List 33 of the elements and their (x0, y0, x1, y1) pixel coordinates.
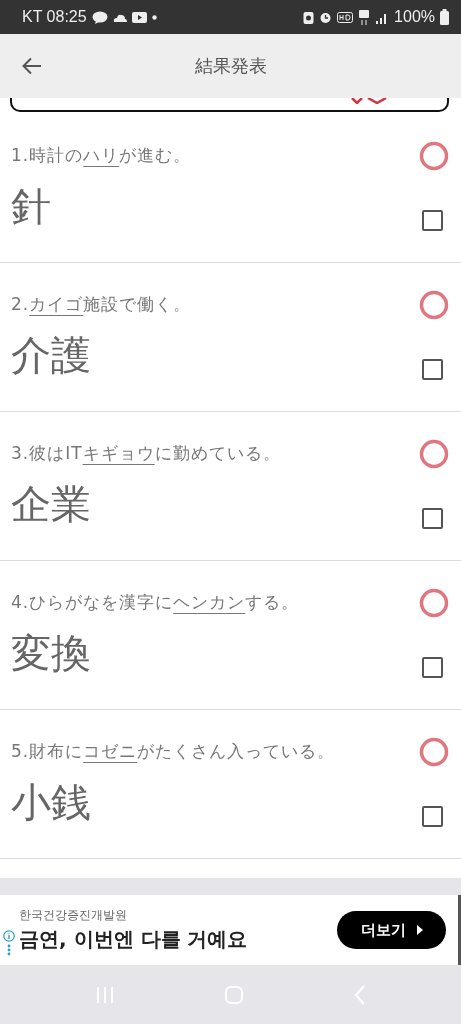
page-title: 結果発表 (194, 54, 267, 78)
back-arrow-icon (22, 57, 42, 75)
battery-percent: 100% (394, 8, 435, 26)
answer-text: 変換 (11, 629, 92, 678)
advertiser-name: 한국건강증진개발원 (19, 907, 128, 924)
question-text: 1.時計のハリ が進む。 (11, 144, 192, 167)
mark-icon (351, 98, 389, 104)
answer-text: 小銭 (11, 778, 92, 827)
cloud-icon (112, 12, 127, 22)
more-icon[interactable] (7, 944, 11, 956)
checkbox[interactable] (422, 806, 443, 827)
answer-text: 企業 (11, 480, 92, 529)
play-icon (131, 11, 147, 23)
answer-text: 針 (11, 182, 52, 231)
more-button[interactable]: 더보기 (337, 911, 446, 949)
checkbox[interactable] (422, 508, 443, 529)
checkbox[interactable] (422, 657, 443, 678)
ad-headline: 금연, 이번엔 다를 거예요 (19, 926, 249, 953)
status-time: KT 08:25 (22, 8, 87, 26)
battery-icon (440, 9, 449, 25)
alarm-icon (319, 10, 333, 24)
play-arrow-icon (416, 925, 424, 935)
checkbox[interactable] (422, 359, 443, 380)
hd-icon (337, 11, 354, 23)
dot-icon (151, 14, 157, 20)
checkbox[interactable] (422, 210, 443, 231)
chat-icon (91, 10, 108, 24)
answer-text: 介護 (11, 331, 92, 380)
question-text: 2.カイゴ施設で働く。 (11, 293, 192, 316)
question-text: 5.財布に コゼニがたくさん入っている。 (11, 740, 336, 763)
question-text: 3.彼はITキギョウ に勤めている。 (11, 442, 281, 465)
info-icon[interactable] (3, 930, 15, 942)
question-text: 4.ひらがなを漢字にヘンカンする。 (11, 591, 300, 614)
